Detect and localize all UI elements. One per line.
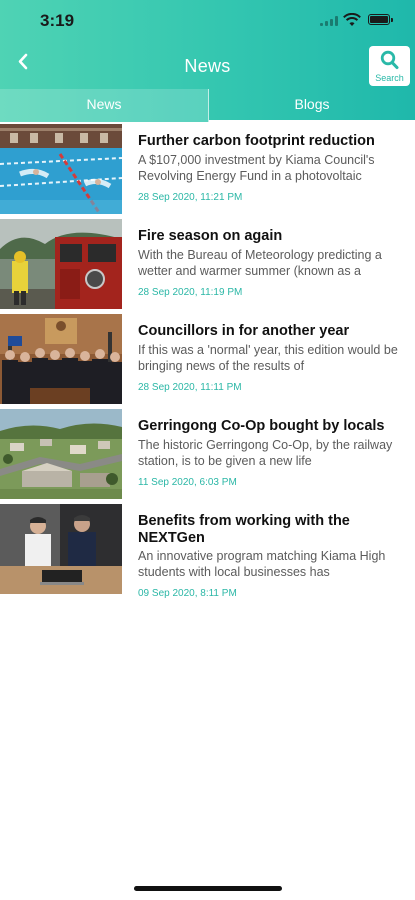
signal-icon	[320, 16, 338, 26]
aerial-town-thumbnail	[0, 409, 122, 499]
article-excerpt: An innovative program matching Kiama Hig…	[138, 549, 386, 579]
article-title: Further carbon footprint reduction	[138, 133, 375, 149]
tab-blogs[interactable]: Blogs	[209, 89, 415, 122]
article-title: Councillors in for another year	[138, 323, 350, 339]
tab-news[interactable]: News	[0, 89, 208, 122]
article-item[interactable]: Councillors in for another year If this …	[0, 312, 415, 407]
article-excerpt: If this was a 'normal' year, this editio…	[138, 343, 398, 373]
article-item[interactable]: Further carbon footprint reduction A $10…	[0, 122, 415, 217]
wifi-icon	[343, 13, 361, 26]
article-date: 28 Sep 2020, 11:21 PM	[138, 192, 243, 203]
article-date: 11 Sep 2020, 6:03 PM	[138, 477, 237, 488]
article-title: Gerringong Co-Op bought by locals	[138, 418, 385, 434]
article-date: 28 Sep 2020, 11:19 PM	[138, 287, 243, 298]
article-date: 09 Sep 2020, 8:11 PM	[138, 588, 237, 599]
swimming-pool-thumbnail	[0, 124, 122, 214]
search-icon	[380, 50, 399, 70]
article-excerpt: The historic Gerringong Co-Op, by the ra…	[138, 438, 393, 468]
article-item[interactable]: Fire season on again With the Bureau of …	[0, 217, 415, 312]
status-bar: 3:19	[0, 0, 415, 44]
article-item[interactable]: Gerringong Co-Op bought by locals The hi…	[0, 407, 415, 502]
home-indicator	[134, 886, 282, 891]
fire-truck-thumbnail	[0, 219, 122, 309]
tab-bar: News Blogs	[0, 89, 415, 122]
article-title: Benefits from working with the NEXTGen	[138, 513, 350, 546]
article-item[interactable]: Benefits from working with the NEXTGen A…	[0, 502, 415, 599]
article-title: Fire season on again	[138, 228, 283, 244]
council-group-thumbnail	[0, 314, 122, 404]
search-button-label: Search	[375, 73, 404, 83]
page-title: News	[184, 56, 231, 76]
search-button[interactable]: Search	[369, 46, 410, 86]
two-men-laptop-thumbnail	[0, 504, 122, 594]
article-date: 28 Sep 2020, 11:11 PM	[138, 382, 242, 393]
app-header: 3:19 News Search News Blogs	[0, 0, 415, 122]
battery-icon	[368, 14, 393, 25]
article-excerpt: A $107,000 investment by Kiama Council's…	[138, 153, 375, 183]
status-time: 3:19	[40, 11, 75, 30]
article-excerpt: With the Bureau of Meteorology predictin…	[138, 248, 382, 278]
